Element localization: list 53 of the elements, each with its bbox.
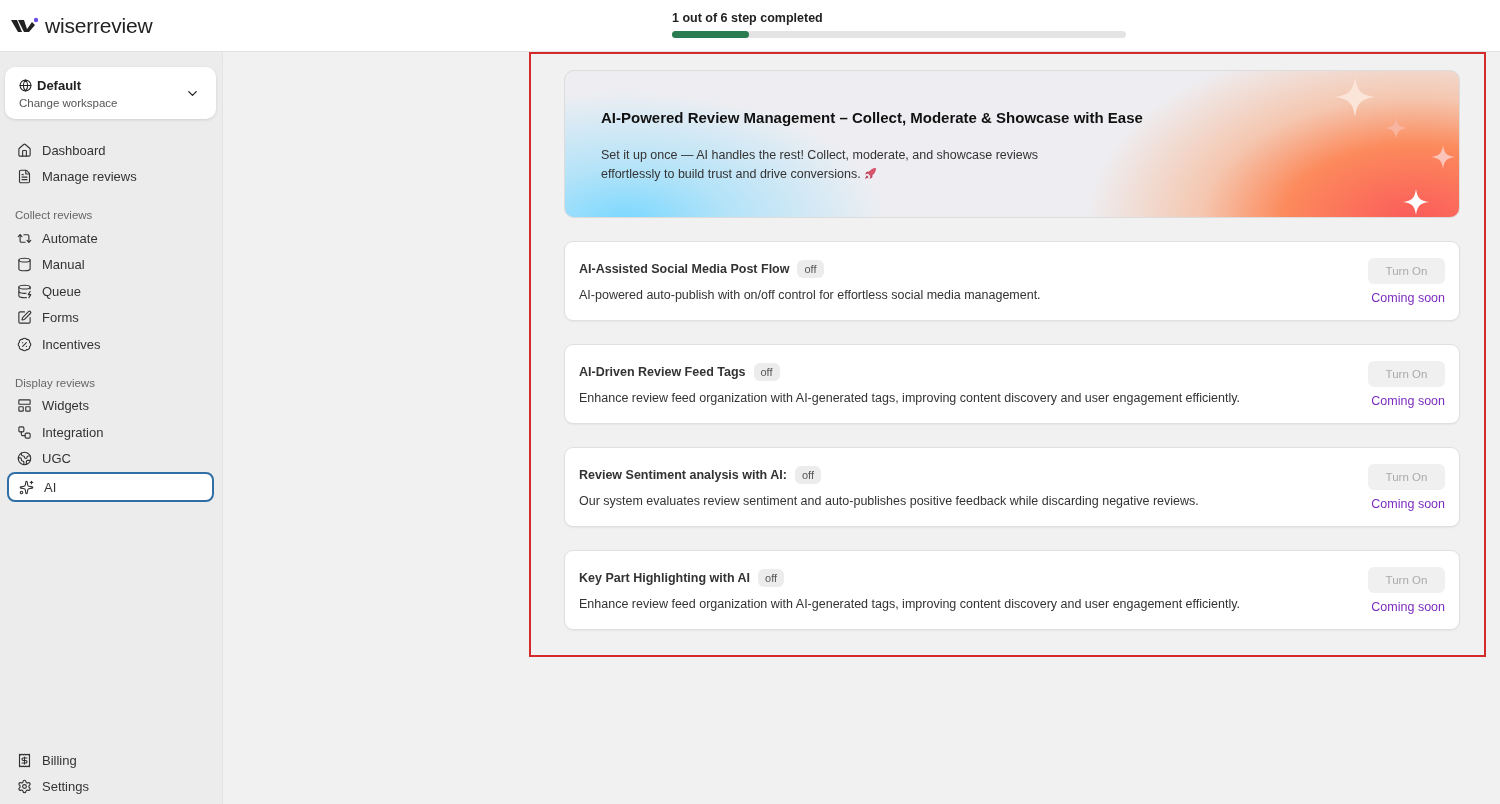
house-icon [17, 142, 32, 158]
nav-item[interactable]: Settings [5, 773, 214, 800]
banner-text: Set it up once — AI handles the rest! Collect, moderate, and showcase reviews effortlessly to build trust and drive conversions. [601, 147, 1040, 183]
feature-description: Our system evaluates review sentiment and auto-publishes positive feedback while discarding negative reviews. [579, 494, 1199, 508]
nav-item[interactable]: Incentives [5, 331, 214, 358]
nav-item[interactable]: AI [7, 472, 214, 502]
logo-icon [11, 16, 39, 35]
nav-item[interactable]: Manage reviews [5, 163, 214, 190]
nav-item[interactable]: Automate [5, 225, 214, 252]
document-icon [17, 169, 32, 185]
feature-description: Enhance review feed organization with AI-generated tags, improving content discovery and user engagement efficiently. [579, 391, 1241, 405]
feature-title: AI-Driven Review Feed Tags [579, 365, 746, 379]
banner-title: AI-Powered Review Management – Collect, Moderate & Showcase with Ease [601, 109, 1144, 126]
globe-icon [17, 451, 32, 467]
workspace-name: Default [37, 77, 82, 93]
receipt-icon [17, 752, 32, 768]
feature-title: AI-Assisted Social Media Post Flow [579, 262, 790, 276]
progress-label: 1 out of 6 step completed [672, 11, 824, 25]
workspace-selector[interactable]: Default Change workspace [5, 67, 216, 119]
status-badge: off [797, 260, 824, 278]
percent-badge-icon [17, 336, 32, 352]
settings-icon [17, 779, 32, 795]
sparkles-icon [19, 479, 34, 495]
workspace-hint: Change workspace [19, 96, 118, 109]
feature-title: Review Sentiment analysis with AI: [579, 468, 787, 482]
globe-icon [19, 78, 32, 92]
group-title: Collect reviews [14, 209, 94, 221]
sparkle-icon [1335, 77, 1375, 117]
nav-item[interactable]: Widgets [5, 392, 214, 419]
database-icon [17, 283, 32, 299]
nav-item[interactable]: Forms [5, 304, 214, 331]
nav-item[interactable]: Dashboard [5, 137, 214, 164]
edit-icon [17, 310, 32, 326]
layout-icon [17, 398, 32, 414]
sparkle-icon [1385, 117, 1407, 139]
feature-description: AI-powered auto-publish with on/off control for effortless social media management. [579, 288, 1041, 302]
feature-description: Enhance review feed organization with AI-generated tags, improving content discovery and user engagement efficiently. [579, 597, 1241, 611]
nav-item[interactable]: Billing [5, 747, 214, 774]
nav-item[interactable]: UGC [5, 445, 214, 472]
status-badge: off [753, 363, 780, 381]
feature-title: Key Part Highlighting with AI [579, 571, 751, 585]
rocket-icon [864, 167, 878, 180]
nav-item[interactable]: Manual [5, 251, 214, 278]
group-title: Display reviews [14, 376, 96, 389]
cylinder-icon [17, 257, 32, 273]
status-badge: off [758, 569, 785, 587]
workflow-icon [17, 424, 32, 440]
nav-item[interactable]: Queue [5, 278, 214, 305]
status-badge: off [794, 466, 821, 484]
sparkle-icon [1403, 189, 1429, 215]
nav-item[interactable]: Integration [5, 419, 214, 446]
brand-name: wiserreview [45, 13, 153, 38]
sparkle-icon [1431, 145, 1455, 169]
